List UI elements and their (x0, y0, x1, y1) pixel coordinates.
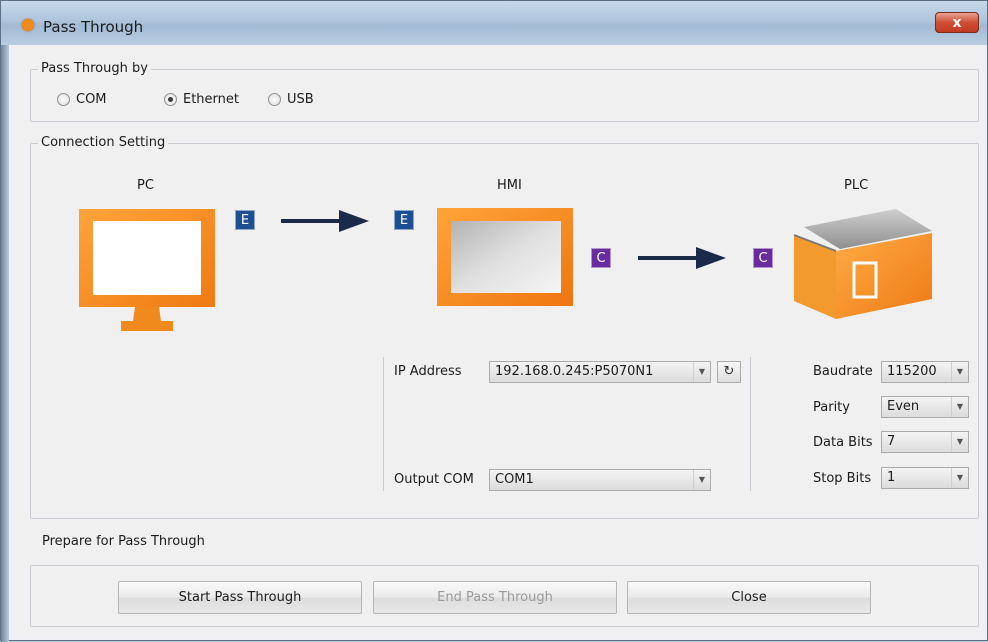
baudrate-combo[interactable]: 115200 ▼ (881, 361, 969, 383)
com-badge-hmi: C (591, 248, 611, 268)
window-title: Pass Through (43, 18, 144, 36)
com-badge-plc: C (753, 248, 773, 268)
pass-through-by-title: Pass Through by (38, 61, 151, 76)
title-bar: Pass Through x (1, 1, 987, 45)
output-com-label: Output COM (394, 472, 474, 487)
plc-box-icon (793, 209, 932, 319)
radio-com-circle[interactable] (57, 93, 70, 106)
radio-com-label: COM (76, 92, 107, 107)
output-com-value: COM1 (495, 472, 534, 487)
ip-address-value: 192.168.0.245:P5070N1 (495, 364, 654, 379)
stop-bits-value: 1 (887, 470, 896, 485)
baudrate-value: 115200 (887, 364, 937, 379)
parity-combo[interactable]: Even ▼ (881, 396, 969, 418)
close-window-button[interactable]: x (935, 12, 979, 33)
stop-bits-combo[interactable]: 1 ▼ (881, 467, 969, 489)
hmi-panel-icon (437, 208, 573, 306)
connection-setting-title: Connection Setting (38, 135, 169, 150)
app-icon (22, 19, 34, 31)
start-pass-through-button[interactable]: Start Pass Through (118, 581, 362, 614)
radio-ethernet-circle[interactable] (164, 93, 177, 106)
fields-right-separator (750, 357, 751, 491)
plc-label: PLC (844, 178, 869, 193)
pc-monitor-icon (79, 209, 215, 331)
ethernet-badge-pc: E (235, 210, 255, 230)
refresh-icon: ↻ (723, 364, 735, 379)
end-pass-through-button[interactable]: End Pass Through (373, 581, 617, 614)
output-com-combo[interactable]: COM1 ▼ (489, 469, 711, 491)
hmi-label: HMI (497, 178, 522, 193)
chevron-down-icon[interactable]: ▼ (951, 468, 968, 488)
radio-ethernet-label: Ethernet (183, 92, 239, 107)
refresh-button[interactable]: ↻ (717, 361, 741, 383)
close-button[interactable]: Close (627, 581, 871, 614)
pass-through-window: Pass Through x Pass Through by COM Ether… (0, 0, 988, 642)
radio-com[interactable]: COM (57, 92, 107, 107)
data-bits-label: Data Bits (813, 435, 873, 450)
ip-address-combo[interactable]: 192.168.0.245:P5070N1 ▼ (489, 361, 711, 383)
chevron-down-icon[interactable]: ▼ (951, 397, 968, 417)
data-bits-combo[interactable]: 7 ▼ (881, 431, 969, 453)
window-edge (1, 45, 9, 642)
fields-left-separator (383, 357, 384, 491)
parity-label: Parity (813, 400, 850, 415)
ip-address-label: IP Address (394, 364, 462, 379)
status-text: Prepare for Pass Through (42, 534, 205, 549)
radio-usb-label: USB (287, 92, 314, 107)
dialog-content: Pass Through by COM Ethernet USB Connect… (15, 45, 979, 637)
radio-usb[interactable]: USB (268, 92, 314, 107)
pc-label: PC (137, 178, 154, 193)
radio-usb-circle[interactable] (268, 93, 281, 106)
arrow-hmi-to-plc-icon (638, 247, 726, 269)
data-bits-value: 7 (887, 434, 896, 449)
ethernet-badge-hmi: E (394, 210, 414, 230)
chevron-down-icon[interactable]: ▼ (951, 362, 968, 382)
parity-value: Even (887, 399, 920, 414)
chevron-down-icon[interactable]: ▼ (693, 362, 710, 382)
chevron-down-icon[interactable]: ▼ (951, 432, 968, 452)
baudrate-label: Baudrate (813, 364, 873, 379)
stop-bits-label: Stop Bits (813, 471, 872, 486)
radio-ethernet[interactable]: Ethernet (164, 92, 239, 107)
chevron-down-icon[interactable]: ▼ (693, 470, 710, 490)
arrow-pc-to-hmi-icon (281, 210, 369, 232)
